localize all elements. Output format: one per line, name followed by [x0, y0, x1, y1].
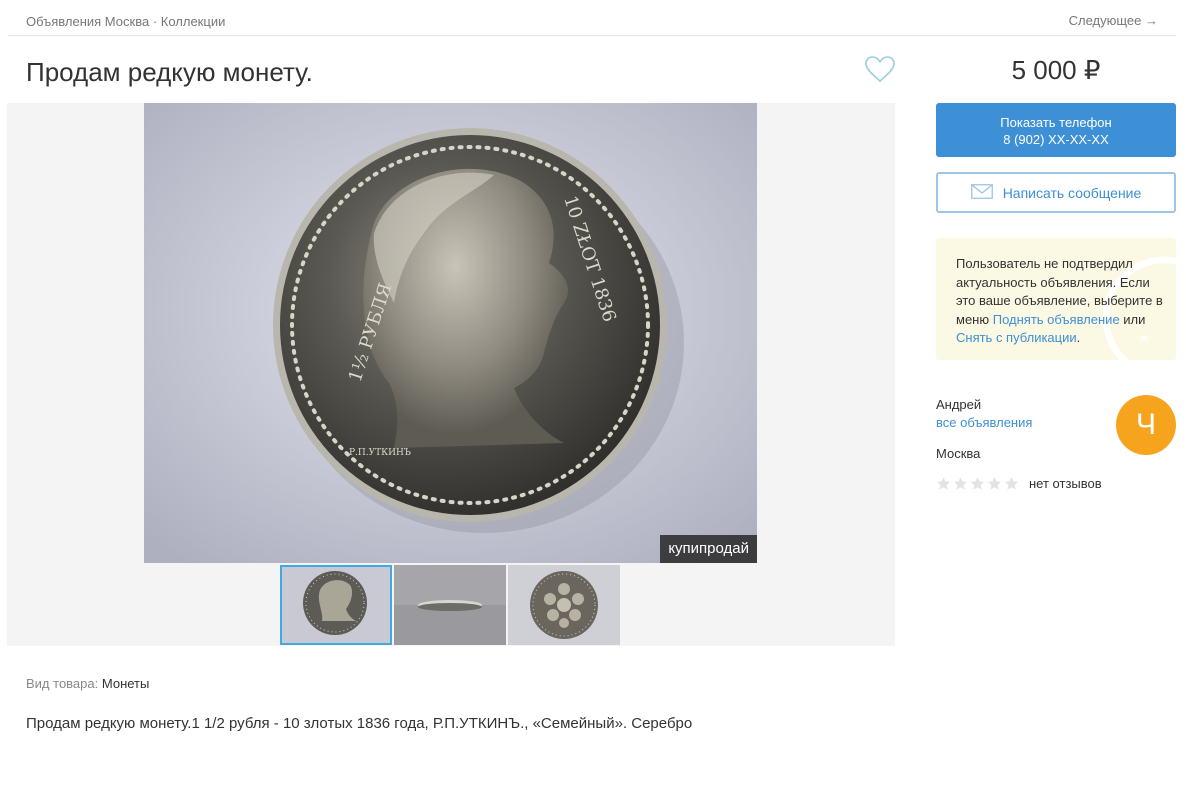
thumbnail-1[interactable]	[280, 565, 392, 645]
seller-city: Москва	[936, 446, 981, 461]
product-type-label: Вид товара:	[26, 676, 99, 691]
show-phone-label: Показать телефон	[1000, 115, 1112, 130]
listing-title: Продам редкую монету.	[26, 57, 313, 87]
breadcrumb-item-city[interactable]: Объявления Москва	[26, 14, 149, 29]
seller-rating: нет отзывов	[936, 476, 1102, 491]
photo-gallery: 1½ РУБЛЯ 10 ZŁOT 1836 Р.П.УТКИНЪ купипро…	[7, 103, 895, 646]
breadcrumb: Объявления Москва · Коллекции	[26, 14, 225, 29]
breadcrumb-item-category[interactable]: Коллекции	[161, 14, 226, 29]
listing-price: 5 000 ₽	[1011, 55, 1101, 85]
photo-watermark: купипродай	[660, 535, 757, 563]
star-icon	[953, 477, 968, 490]
star-icon	[1004, 477, 1019, 490]
star-icon	[987, 477, 1002, 490]
thumbnail-2[interactable]	[394, 565, 506, 645]
product-type: Вид товара: Монеты	[26, 676, 149, 691]
avatar[interactable]: Ч	[1116, 395, 1176, 455]
seller-all-ads-link[interactable]: все объявления	[936, 415, 1032, 430]
thumbnail-strip	[280, 565, 620, 645]
unpublish-link[interactable]: Снять с публикации	[956, 330, 1077, 345]
next-listing-link[interactable]: Следующее →	[1069, 13, 1158, 28]
write-message-button[interactable]: Написать сообщение	[936, 172, 1176, 213]
coin-signature: Р.П.УТКИНЪ	[349, 448, 411, 458]
listing-description: Продам редкую монету.1 1/2 рубля - 10 зл…	[26, 715, 693, 732]
envelope-icon	[970, 183, 993, 202]
star-icon	[970, 477, 985, 490]
write-message-label: Написать сообщение	[1002, 184, 1142, 201]
breadcrumb-separator: ·	[149, 14, 161, 29]
main-photo[interactable]: 1½ РУБЛЯ 10 ZŁOT 1836 Р.П.УТКИНЪ купипро…	[144, 103, 757, 563]
seller-name: Андрей	[936, 397, 982, 412]
reviews-count[interactable]: нет отзывов	[1029, 476, 1102, 491]
thumbnail-3[interactable]	[508, 565, 620, 645]
raise-listing-link[interactable]: Поднять объявление	[993, 312, 1120, 327]
star-icon	[936, 477, 951, 490]
notice-text: Пользователь не подтвердил актуальность …	[956, 255, 1168, 348]
notice-text-3: .	[1076, 330, 1081, 345]
top-bar: Объявления Москва · Коллекции Следующее …	[8, 0, 1176, 36]
notice-text-2: или	[1123, 311, 1146, 327]
coin-photo: 1½ РУБЛЯ 10 ZŁOT 1836 Р.П.УТКИНЪ	[144, 103, 757, 563]
show-phone-button[interactable]: Показать телефон 8 (902) XX-XX-XX	[936, 103, 1176, 157]
phone-number: 8 (902) XX-XX-XX	[1003, 132, 1109, 147]
product-type-value: Монеты	[101, 676, 150, 691]
unverified-notice: Пользователь не подтвердил актуальность …	[936, 238, 1176, 360]
heart-outline-icon[interactable]	[863, 54, 897, 84]
